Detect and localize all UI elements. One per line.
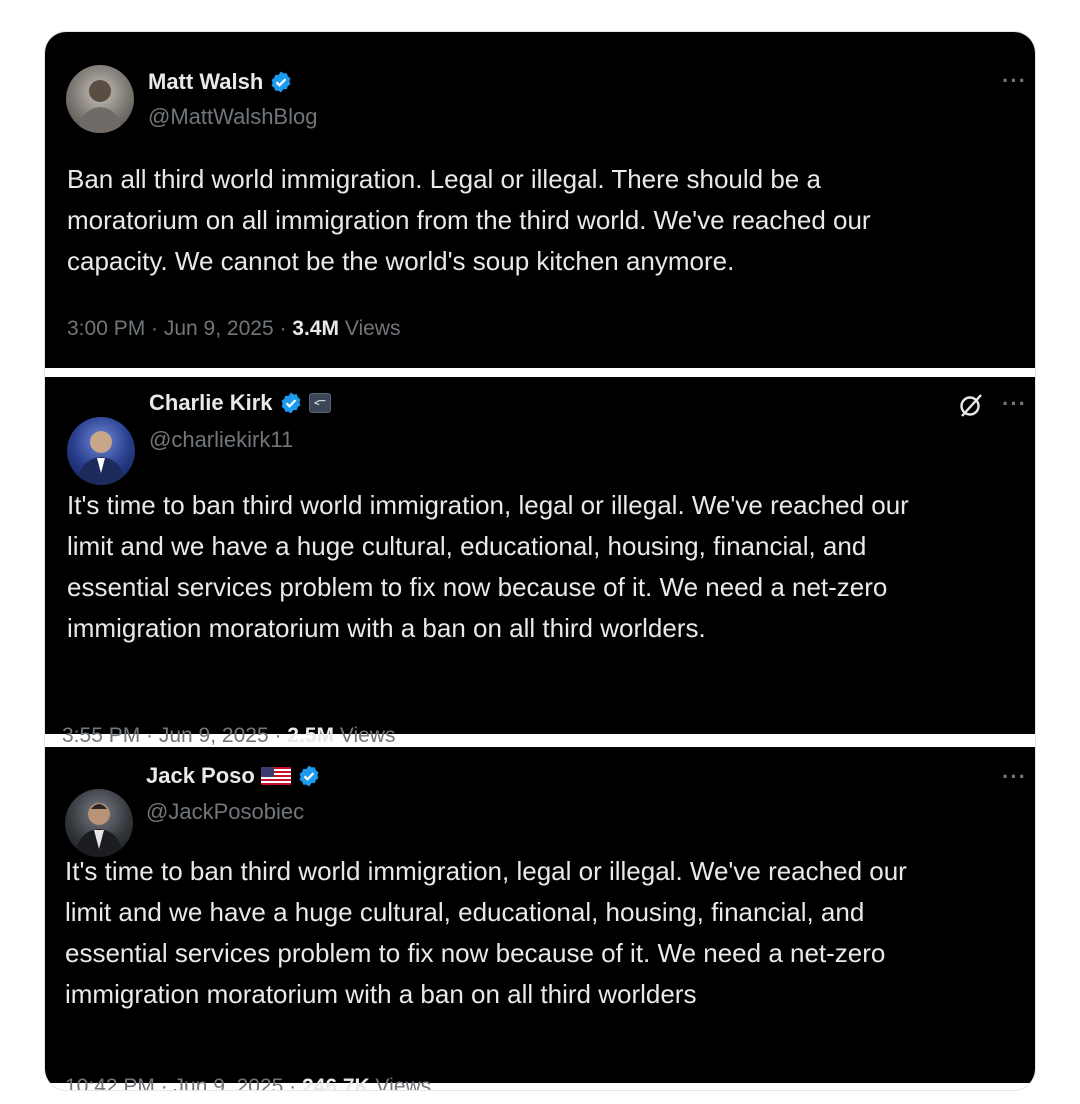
views-label: Views — [369, 1075, 432, 1091]
grok-icon[interactable] — [957, 391, 985, 419]
tweet-jack-poso[interactable]: Jack Poso @JackPosobiec ··· It's time to… — [45, 747, 1035, 1090]
tweet-text-line: moratorium on all immigration from the t… — [67, 205, 871, 235]
author-name-row[interactable]: Matt Walsh — [148, 69, 293, 95]
views-label: Views — [333, 724, 396, 747]
tweet-matt-walsh[interactable]: Matt Walsh @MattWalshBlog ··· Ban all th… — [45, 32, 1035, 368]
tweet-text-line: essential services problem to fix now be… — [67, 572, 888, 602]
views-label: Views — [338, 317, 401, 340]
tweet-text: It's time to ban third world immigration… — [67, 485, 1017, 649]
author-handle[interactable]: @MattWalshBlog — [148, 104, 317, 130]
us-flag-icon — [260, 767, 291, 785]
tweet-text-line: essential services problem to fix now be… — [65, 938, 886, 968]
affiliation-badge-icon[interactable] — [308, 393, 331, 413]
tweet-text-line: It's time to ban third world immigration… — [65, 856, 907, 886]
tweet-text-line: It's time to ban third world immigration… — [67, 490, 909, 520]
tweet-timestamp[interactable]: 3:00 PM · Jun 9, 2025 · — [67, 317, 292, 340]
author-name[interactable]: Jack Poso — [146, 763, 255, 789]
verified-badge-icon — [279, 391, 303, 415]
tweet-meta: 3:00 PM · Jun 9, 2025 · 3.4M Views — [67, 317, 400, 341]
avatar[interactable] — [65, 789, 133, 857]
verified-badge-icon — [269, 70, 293, 94]
author-handle[interactable]: @charliekirk11 — [149, 427, 293, 453]
more-icon[interactable]: ··· — [1002, 764, 1027, 790]
author-name-row[interactable]: Jack Poso — [146, 763, 321, 789]
views-count: 3.4M — [292, 317, 339, 340]
views-count: 2.5M — [287, 724, 334, 747]
tweet-text-line: limit and we have a huge cultural, educa… — [67, 531, 867, 561]
tweet-charlie-kirk[interactable]: Charlie Kirk @charliekirk11 ··· It's tim… — [45, 377, 1035, 747]
verified-badge-icon — [297, 764, 321, 788]
more-icon[interactable]: ··· — [1002, 68, 1027, 94]
screenshot-card: Matt Walsh @MattWalshBlog ··· Ban all th… — [44, 31, 1036, 1091]
author-handle[interactable]: @JackPosobiec — [146, 799, 304, 825]
tweet-text-line: immigration moratorium with a ban on all… — [67, 613, 706, 643]
author-name-row[interactable]: Charlie Kirk — [149, 390, 331, 416]
avatar[interactable] — [67, 417, 135, 485]
views-count: 246.7K — [301, 1075, 370, 1091]
tweet-text-line: Ban all third world immigration. Legal o… — [67, 164, 821, 194]
tweet-text: It's time to ban third world immigration… — [65, 851, 1015, 1015]
tweet-meta: 10:42 PM · Jun 9, 2025 · 246.7K Views — [65, 1075, 432, 1091]
tweet-meta: 3:55 PM · Jun 9, 2025 · 2.5M Views — [62, 724, 395, 748]
tweet-text-line: capacity. We cannot be the world's soup … — [67, 246, 735, 276]
tweet-timestamp[interactable]: 10:42 PM · Jun 9, 2025 · — [65, 1075, 302, 1090]
author-name[interactable]: Matt Walsh — [148, 69, 263, 95]
author-name[interactable]: Charlie Kirk — [149, 390, 273, 416]
more-icon[interactable]: ··· — [1002, 391, 1027, 417]
tweet-text-line: immigration moratorium with a ban on all… — [65, 979, 697, 1009]
avatar[interactable] — [66, 65, 134, 133]
tweet-text: Ban all third world immigration. Legal o… — [67, 159, 1017, 282]
tweet-timestamp[interactable]: 3:55 PM · Jun 9, 2025 · — [62, 724, 287, 747]
tweet-text-line: limit and we have a huge cultural, educa… — [65, 897, 865, 927]
